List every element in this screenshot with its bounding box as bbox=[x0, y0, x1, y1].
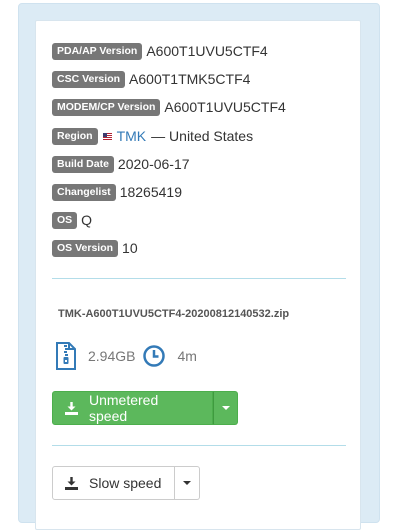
clock-icon bbox=[143, 345, 166, 367]
pda-version-row: PDA/AP Version A600T1UVU5CTF4 bbox=[52, 42, 268, 60]
download-panel: PDA/AP Version A600T1UVU5CTF4 CSC Versio… bbox=[18, 3, 380, 530]
region-row: Region TMK — United States bbox=[52, 127, 253, 145]
divider bbox=[52, 278, 346, 279]
changelist-row: Changelist 18265419 bbox=[52, 183, 182, 201]
caret-down-icon bbox=[221, 406, 230, 410]
slow-download-group: Slow speed bbox=[52, 466, 200, 500]
csc-version-label: CSC Version bbox=[52, 70, 126, 88]
csc-version-row: CSC Version A600T1TMK5CTF4 bbox=[52, 70, 250, 88]
modem-version-row: MODEM/CP Version A600T1UVU5CTF4 bbox=[52, 98, 286, 116]
os-value: Q bbox=[81, 212, 93, 228]
download-stats: 2.94GB 4m bbox=[54, 341, 197, 371]
changelist-value: 18265419 bbox=[119, 184, 182, 200]
download-icon bbox=[65, 401, 78, 415]
changelist-label: Changelist bbox=[52, 183, 116, 201]
slow-speed-label: Slow speed bbox=[89, 475, 162, 491]
slow-speed-button[interactable]: Slow speed bbox=[52, 466, 175, 500]
unmetered-download-group: Unmetered speed bbox=[52, 391, 238, 425]
os-row: OS Q bbox=[52, 211, 92, 229]
modem-version-value: A600T1UVU5CTF4 bbox=[164, 99, 286, 115]
us-flag-icon bbox=[102, 132, 112, 140]
divider bbox=[52, 445, 346, 446]
zip-file-icon bbox=[54, 342, 78, 370]
csc-version-value: A600T1TMK5CTF4 bbox=[129, 71, 251, 87]
os-label: OS bbox=[52, 211, 78, 229]
region-label: Region bbox=[52, 127, 98, 145]
firmware-card: PDA/AP Version A600T1UVU5CTF4 CSC Versio… bbox=[35, 20, 361, 530]
download-filename: TMK-A600T1UVU5CTF4-20200812140532.zip bbox=[58, 308, 290, 320]
modem-version-label: MODEM/CP Version bbox=[52, 98, 161, 116]
pda-version-value: A600T1UVU5CTF4 bbox=[146, 43, 268, 59]
os-version-row: OS Version 10 bbox=[52, 239, 138, 257]
unmetered-dropdown-toggle[interactable] bbox=[213, 391, 238, 425]
region-name: — United States bbox=[151, 128, 254, 144]
unmetered-speed-label: Unmetered speed bbox=[89, 392, 159, 424]
pda-version-label: PDA/AP Version bbox=[52, 42, 143, 60]
caret-down-icon bbox=[183, 481, 191, 485]
build-date-value: 2020-06-17 bbox=[117, 156, 190, 172]
download-time: 4m bbox=[177, 348, 197, 364]
unmetered-speed-button[interactable]: Unmetered speed bbox=[52, 391, 213, 425]
build-date-row: Build Date 2020-06-17 bbox=[52, 155, 190, 173]
os-version-label: OS Version bbox=[52, 239, 119, 257]
slow-dropdown-toggle[interactable] bbox=[175, 466, 200, 500]
region-code-link[interactable]: TMK bbox=[117, 128, 147, 144]
file-size: 2.94GB bbox=[88, 348, 136, 364]
build-date-label: Build Date bbox=[52, 155, 114, 173]
os-version-value: 10 bbox=[122, 240, 138, 256]
download-icon bbox=[65, 476, 78, 490]
